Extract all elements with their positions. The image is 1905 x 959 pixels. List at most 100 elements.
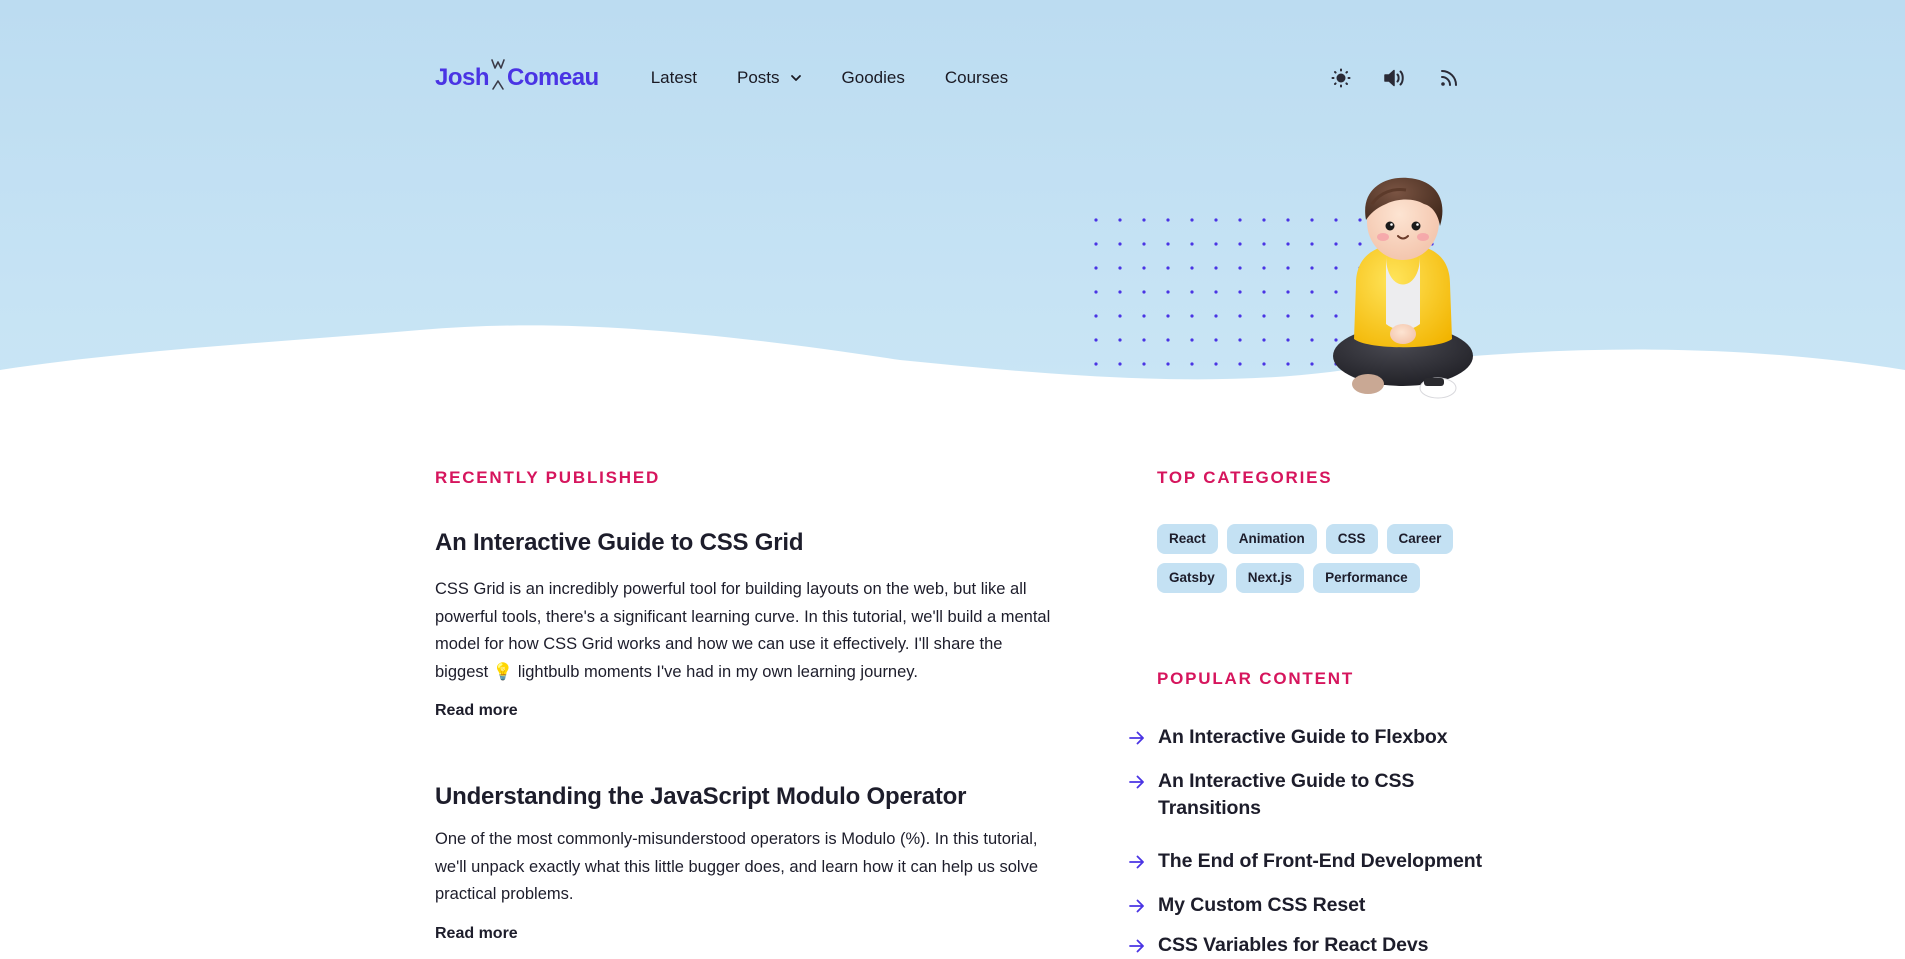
post-title-link[interactable]: Understanding the JavaScript Modulo Oper… bbox=[435, 782, 1060, 812]
nav-latest-label: Latest bbox=[650, 68, 698, 87]
decorative-dot bbox=[1166, 362, 1170, 366]
category-tag[interactable]: Career bbox=[1386, 524, 1454, 554]
decorative-dot bbox=[1118, 314, 1122, 318]
decorative-dot bbox=[1310, 242, 1314, 246]
nav-latest[interactable]: Latest bbox=[651, 68, 697, 88]
decorative-dot bbox=[1286, 218, 1290, 222]
decorative-dot bbox=[1310, 338, 1314, 342]
read-more-link[interactable]: Read more bbox=[435, 925, 518, 943]
decorative-dot bbox=[1142, 242, 1146, 246]
lightbulb-emoji-icon: 💡 bbox=[492, 662, 514, 681]
decorative-dot bbox=[1166, 218, 1170, 222]
nav-posts-dropdown[interactable]: Posts bbox=[737, 68, 802, 88]
popular-item: My Custom CSS Reset bbox=[1128, 892, 1488, 919]
logo-first-name: Josh bbox=[435, 64, 490, 91]
decorative-dot bbox=[1214, 266, 1218, 270]
read-more-link[interactable]: Read more bbox=[435, 702, 518, 720]
decorative-dot bbox=[1166, 338, 1170, 342]
decorative-dot bbox=[1118, 266, 1122, 270]
decorative-dot bbox=[1238, 338, 1242, 342]
decorative-dot bbox=[1166, 290, 1170, 294]
top-categories-heading: Top Categories bbox=[1157, 468, 1333, 487]
category-tag[interactable]: CSS bbox=[1325, 524, 1378, 554]
sound-toggle-button[interactable] bbox=[1383, 66, 1407, 90]
decorative-dot bbox=[1142, 362, 1146, 366]
decorative-dot bbox=[1262, 242, 1266, 246]
decorative-dot bbox=[1142, 314, 1146, 318]
decorative-dot bbox=[1238, 362, 1242, 366]
popular-item: An Interactive Guide to CSS Transitions bbox=[1128, 768, 1488, 822]
decorative-dot bbox=[1190, 314, 1194, 318]
decorative-dot bbox=[1190, 266, 1194, 270]
decorative-dot bbox=[1166, 242, 1170, 246]
decorative-dot bbox=[1310, 290, 1314, 294]
post-card: Understanding the JavaScript Modulo Oper… bbox=[435, 782, 1060, 943]
category-tag[interactable]: Next.js bbox=[1235, 563, 1305, 593]
rss-feed-icon bbox=[1441, 70, 1457, 86]
decorative-dot bbox=[1310, 362, 1314, 366]
site-logo[interactable]: Josh Comeau bbox=[435, 59, 599, 97]
decorative-dot bbox=[1214, 290, 1218, 294]
popular-content-heading: Popular Content bbox=[1157, 669, 1354, 688]
logo-last-name: Comeau bbox=[507, 64, 599, 91]
decorative-dot bbox=[1238, 314, 1242, 318]
decorative-dot bbox=[1118, 242, 1122, 246]
popular-item: CSS Variables for React Devs bbox=[1128, 932, 1488, 959]
decorative-dot bbox=[1214, 242, 1218, 246]
decorative-dot bbox=[1238, 242, 1242, 246]
decorative-dot bbox=[1118, 290, 1122, 294]
site-header: Josh Comeau Latest Posts Goodies Courses bbox=[435, 56, 1465, 100]
decorative-dot bbox=[1238, 266, 1242, 270]
decorative-dot bbox=[1310, 314, 1314, 318]
category-tag[interactable]: React bbox=[1157, 524, 1218, 554]
decorative-dot bbox=[1262, 362, 1266, 366]
popular-item: An Interactive Guide to Flexbox bbox=[1128, 724, 1488, 751]
decorative-dot bbox=[1118, 338, 1122, 342]
popular-item: The End of Front-End Development bbox=[1128, 848, 1488, 875]
decorative-dot bbox=[1094, 218, 1098, 222]
decorative-dot bbox=[1238, 290, 1242, 294]
post-card: An Interactive Guide to CSS Grid CSS Gri… bbox=[435, 528, 1060, 720]
popular-content-link[interactable]: An Interactive Guide to CSS Transitions bbox=[1158, 768, 1488, 822]
decorative-dot bbox=[1262, 290, 1266, 294]
arrow-right-icon bbox=[1129, 731, 1144, 745]
decorative-dot bbox=[1310, 218, 1314, 222]
decorative-dot bbox=[1190, 362, 1194, 366]
decorative-dot bbox=[1262, 338, 1266, 342]
decorative-dot bbox=[1214, 314, 1218, 318]
decorative-dot bbox=[1094, 314, 1098, 318]
decorative-dot bbox=[1094, 338, 1098, 342]
author-avatar-illustration bbox=[1333, 177, 1473, 399]
popular-content-link[interactable]: My Custom CSS Reset bbox=[1158, 892, 1365, 919]
arrow-right-icon bbox=[1129, 775, 1144, 789]
category-tag[interactable]: Gatsby bbox=[1157, 563, 1227, 593]
decorative-dot bbox=[1190, 218, 1194, 222]
decorative-dot bbox=[1214, 218, 1218, 222]
decorative-dot bbox=[1286, 242, 1290, 246]
popular-content-link[interactable]: CSS Variables for React Devs bbox=[1158, 932, 1428, 959]
recently-published-heading: Recently Published bbox=[435, 468, 661, 487]
nav-goodies[interactable]: Goodies bbox=[842, 68, 905, 88]
category-tag[interactable]: Performance bbox=[1313, 563, 1420, 593]
decorative-dot bbox=[1262, 266, 1266, 270]
decorative-dot bbox=[1262, 218, 1266, 222]
nav-courses[interactable]: Courses bbox=[945, 68, 1008, 88]
decorative-dot bbox=[1094, 290, 1098, 294]
category-tag[interactable]: Animation bbox=[1226, 524, 1317, 554]
rss-feed-button[interactable] bbox=[1437, 66, 1461, 90]
post-title-link[interactable]: An Interactive Guide to CSS Grid bbox=[435, 528, 1060, 558]
decorative-dot bbox=[1118, 362, 1122, 366]
decorative-dot bbox=[1094, 242, 1098, 246]
popular-content-link[interactable]: The End of Front-End Development bbox=[1158, 848, 1482, 875]
decorative-dot bbox=[1286, 290, 1290, 294]
sound-toggle-icon bbox=[1384, 69, 1404, 87]
decorative-dot bbox=[1262, 314, 1266, 318]
decorative-dot bbox=[1094, 266, 1098, 270]
popular-content-link[interactable]: An Interactive Guide to Flexbox bbox=[1158, 724, 1448, 751]
post-excerpt: CSS Grid is an incredibly powerful tool … bbox=[435, 576, 1060, 686]
post-excerpt: One of the most commonly-misunderstood o… bbox=[435, 830, 1038, 903]
decorative-dot bbox=[1166, 266, 1170, 270]
decorative-dot bbox=[1118, 218, 1122, 222]
theme-toggle-button[interactable] bbox=[1329, 66, 1353, 90]
decorative-dot bbox=[1214, 338, 1218, 342]
